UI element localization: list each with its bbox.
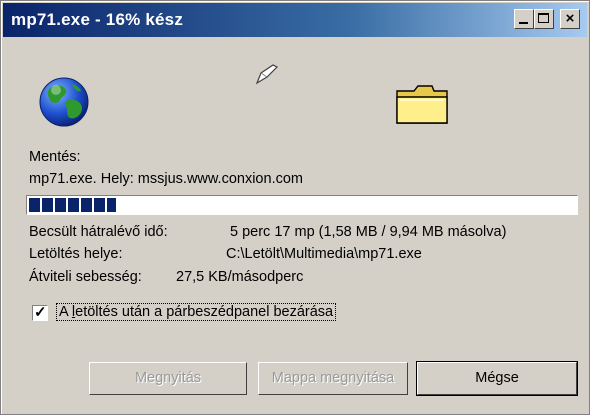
download-progress-bar: [26, 195, 578, 215]
estimated-time-value: 5 perc 17 mp (1,58 MB / 9,94 MB másolva): [230, 224, 507, 240]
download-to-value: C:\Letölt\Multimedia\mp71.exe: [226, 246, 422, 262]
minimize-button[interactable]: [514, 9, 534, 29]
checkbox-label-rest: etöltés után a párbeszédpanel bezárása: [75, 304, 334, 320]
minimize-icon: [519, 22, 528, 24]
close-on-complete-label[interactable]: A letöltés után a párbeszédpanel bezárás…: [56, 303, 337, 321]
close-icon: ×: [565, 10, 575, 27]
open-button[interactable]: Megnyitás: [89, 362, 247, 395]
open-folder-button[interactable]: Mappa megnyitása: [258, 362, 408, 395]
estimated-time-label: Becsült hátralévő idő:: [29, 224, 168, 240]
maximize-icon: [538, 13, 549, 23]
transfer-rate-value: 27,5 KB/másodperc: [176, 269, 304, 285]
maximize-button[interactable]: [534, 9, 554, 29]
download-to-label: Letöltés helye:: [29, 246, 123, 262]
save-label: Mentés:: [29, 149, 81, 165]
folder-icon: [396, 85, 448, 124]
transfer-rate-label: Átviteli sebesség:: [29, 269, 142, 285]
close-on-complete-checkbox[interactable]: ✓: [32, 304, 48, 321]
close-button[interactable]: ×: [560, 9, 580, 29]
globe-icon: [39, 77, 89, 127]
cancel-button[interactable]: Mégse: [416, 361, 578, 396]
file-source-text: mp71.exe. Hely: mssjus.www.conxion.com: [29, 171, 303, 187]
paper-icon: [255, 64, 279, 85]
progress-fill: [29, 198, 116, 212]
checkmark-icon: ✓: [34, 304, 47, 321]
checkbox-label-start: A: [59, 304, 72, 320]
download-dialog: mp71.exe - 16% kész × Mentés: mp71.exe. …: [0, 0, 590, 415]
title-bar[interactable]: mp71.exe - 16% kész ×: [3, 3, 587, 37]
window-title: mp71.exe - 16% kész: [11, 10, 184, 29]
